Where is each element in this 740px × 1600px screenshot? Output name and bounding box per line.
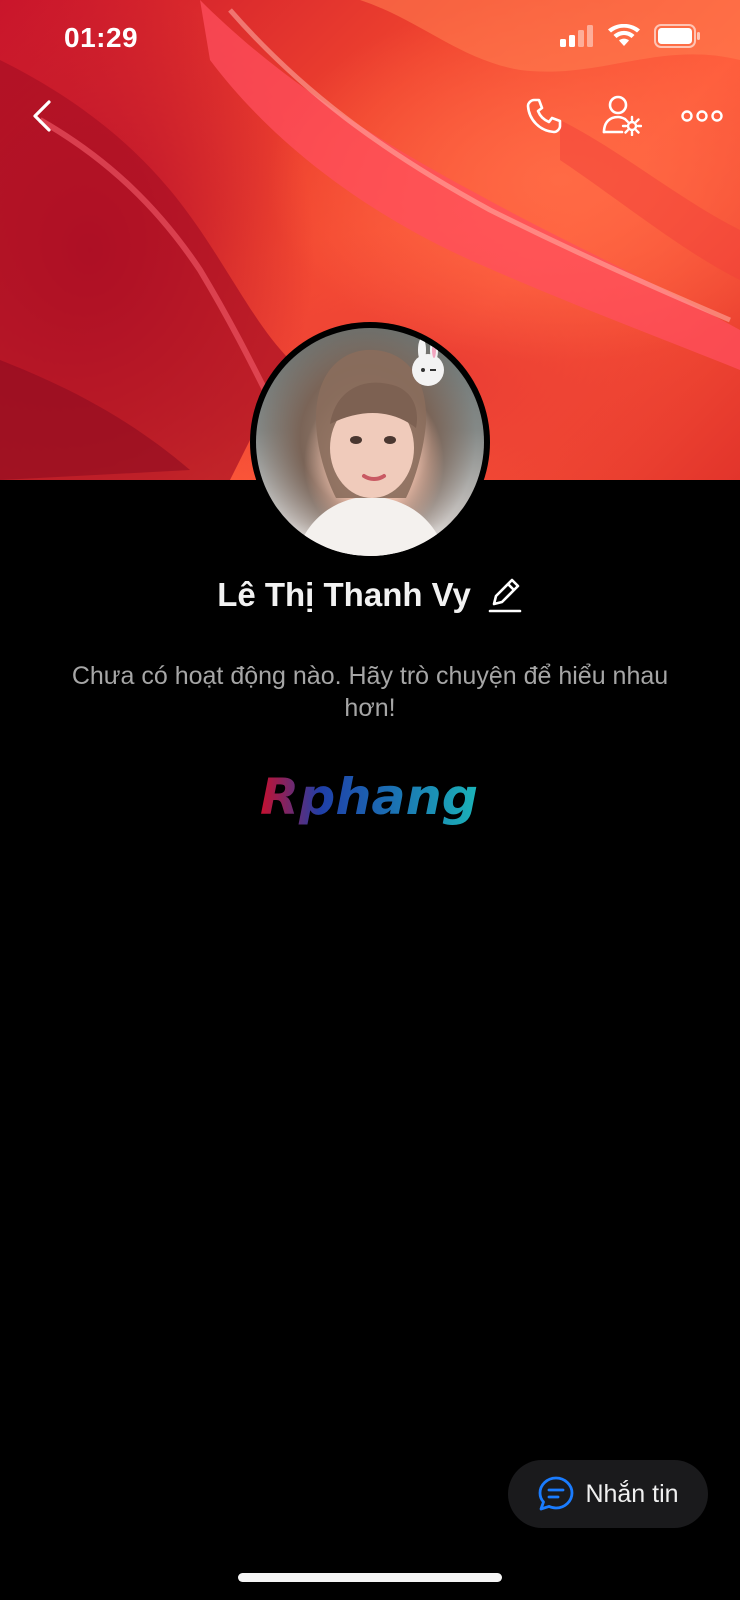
edit-name-button[interactable] xyxy=(487,575,523,615)
cellular-signal-icon xyxy=(560,25,593,47)
chevron-left-icon xyxy=(33,100,51,132)
call-button[interactable] xyxy=(520,94,568,138)
more-button[interactable] xyxy=(676,94,728,138)
back-button[interactable] xyxy=(22,94,62,138)
status-icons xyxy=(560,24,702,48)
avatar-photo xyxy=(256,328,484,556)
home-indicator[interactable] xyxy=(238,1573,502,1582)
more-horizontal-icon xyxy=(681,110,723,122)
phone-icon xyxy=(526,98,562,134)
profile-name-row: Lê Thị Thanh Vy xyxy=(0,575,740,615)
pencil-icon xyxy=(488,578,522,613)
user-settings-button[interactable] xyxy=(598,92,646,138)
chat-bubble-icon xyxy=(539,1476,574,1511)
watermark-text: Rphang xyxy=(260,770,478,826)
avatar[interactable] xyxy=(250,322,490,562)
watermark-logo: Rphang xyxy=(258,768,482,830)
message-button[interactable]: Nhắn tin xyxy=(508,1460,708,1528)
user-settings-icon xyxy=(602,95,642,136)
wifi-icon xyxy=(608,24,640,46)
status-bar: 01:29 xyxy=(0,0,740,80)
message-button-label: Nhắn tin xyxy=(585,1479,679,1508)
activity-empty-text: Chưa có hoạt động nào. Hãy trò chuyện để… xyxy=(71,662,669,722)
watermark-logo-image: Rphang xyxy=(260,768,478,826)
status-time: 01:29 xyxy=(64,22,139,53)
avatar-portrait-image xyxy=(296,338,446,556)
battery-icon xyxy=(654,24,700,48)
profile-name: Lê Thị Thanh Vy xyxy=(217,576,471,613)
nav-bar xyxy=(0,88,740,148)
